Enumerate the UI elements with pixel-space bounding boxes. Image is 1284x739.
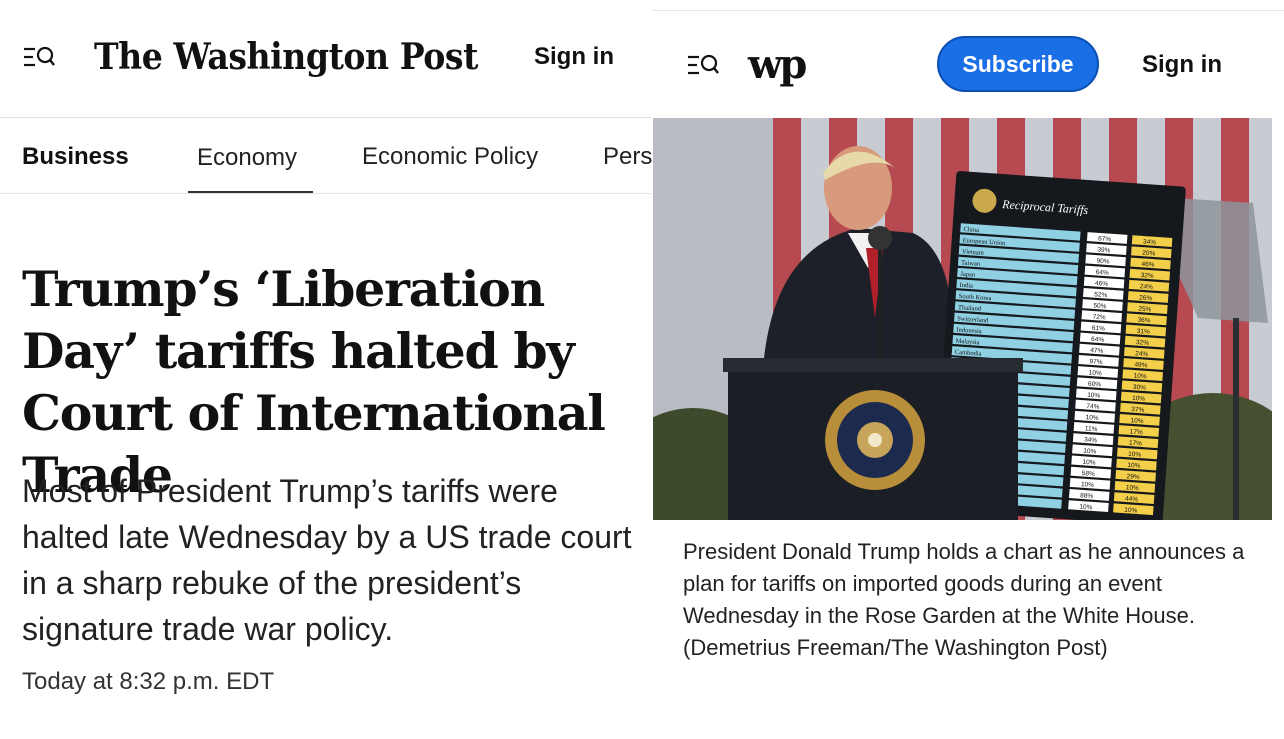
site-masthead-logo[interactable]: The Washington Post	[94, 36, 478, 78]
chart-row-reciprocal-value: 31%	[1137, 328, 1151, 336]
chart-row-reciprocal-value: 30%	[1133, 384, 1147, 392]
sign-in-link[interactable]: Sign in	[1142, 51, 1222, 79]
chart-row-changed-value: 10%	[1089, 369, 1103, 377]
chart-row-changed-value: 61%	[1092, 325, 1106, 333]
section-nav: Business Economy Economic Policy Pers	[0, 119, 652, 194]
chart-row-reciprocal-value: 49%	[1134, 361, 1148, 369]
chart-row-changed-value: 58%	[1081, 470, 1095, 478]
chart-row-reciprocal-value: 32%	[1140, 272, 1154, 280]
chart-row-changed-value: 64%	[1091, 336, 1105, 344]
chart-row-changed-value: 10%	[1081, 481, 1095, 489]
subscribe-button[interactable]: Subscribe	[937, 36, 1099, 92]
chart-row-changed-value: 60%	[1088, 381, 1102, 389]
chart-row-reciprocal-value: 34%	[1143, 238, 1157, 246]
chart-row-reciprocal-value: 29%	[1126, 473, 1140, 481]
sign-in-link[interactable]: Sign in	[534, 43, 614, 71]
chart-row-changed-value: 97%	[1089, 358, 1103, 366]
chart-row-reciprocal-value: 10%	[1127, 462, 1141, 470]
chart-row-reciprocal-value: 37%	[1131, 406, 1145, 414]
chart-row-reciprocal-value: 44%	[1125, 495, 1139, 503]
chart-row-reciprocal-value: 10%	[1132, 395, 1146, 403]
chart-row-country-label: Taiwan	[961, 259, 981, 267]
chart-row-changed-value: 52%	[1094, 291, 1108, 299]
active-section-underline	[188, 191, 313, 193]
chart-row-changed-value: 67%	[1098, 235, 1112, 243]
chart-row-changed-value: 11%	[1085, 425, 1098, 433]
menu-search-icon[interactable]	[22, 44, 56, 70]
chart-row-changed-value: 74%	[1086, 403, 1100, 411]
section-economy[interactable]: Economy	[197, 144, 297, 172]
chart-row-reciprocal-value: 32%	[1136, 339, 1150, 347]
article-photo[interactable]: Reciprocal Tariffs China 67% 34% European U…	[653, 118, 1272, 520]
chart-row-changed-value: 10%	[1087, 392, 1101, 400]
article-dek: Most of President Trump’s tariffs were h…	[22, 473, 632, 647]
article-panel-right: wp Subscribe Sign in Reciprocal Tariffs …	[652, 0, 1284, 739]
chart-row-changed-value: 34%	[1084, 436, 1098, 444]
chart-row-reciprocal-value: 25%	[1138, 306, 1152, 314]
section-pers[interactable]: Pers	[603, 143, 652, 171]
chart-row-reciprocal-value: 17%	[1129, 428, 1143, 436]
chart-row-reciprocal-value: 20%	[1142, 250, 1156, 258]
chart-row-country-label: India	[959, 282, 973, 290]
chart-row-changed-value: 10%	[1079, 503, 1093, 511]
chart-row-reciprocal-value: 46%	[1141, 261, 1155, 269]
chart-row-changed-value: 72%	[1092, 314, 1106, 322]
section-economic-policy[interactable]: Economic Policy	[362, 143, 538, 171]
chart-row-changed-value: 10%	[1083, 448, 1097, 456]
chart-row-changed-value: 50%	[1093, 302, 1107, 310]
chart-row-reciprocal-value: 26%	[1139, 294, 1153, 302]
chart-row-reciprocal-value: 24%	[1140, 283, 1154, 291]
chart-row-reciprocal-value: 10%	[1126, 484, 1140, 492]
chart-row-country-label: China	[963, 226, 979, 234]
wp-logo[interactable]: wp	[748, 41, 807, 88]
chart-row-reciprocal-value: 36%	[1137, 317, 1151, 325]
section-business[interactable]: Business	[22, 143, 129, 171]
chart-row-changed-value: 90%	[1096, 258, 1110, 266]
chart-row-reciprocal-value: 10%	[1133, 373, 1147, 381]
chart-row-reciprocal-value: 10%	[1124, 507, 1138, 515]
site-header: The Washington Post Sign in	[0, 0, 652, 118]
chart-row-country-label: Japan	[960, 271, 976, 279]
menu-search-icon[interactable]	[686, 52, 720, 78]
chart-row-changed-value: 46%	[1095, 280, 1109, 288]
chart-row-changed-value: 39%	[1097, 247, 1111, 255]
chart-row-changed-value: 47%	[1090, 347, 1104, 355]
chart-row-reciprocal-value: 10%	[1128, 451, 1142, 459]
site-header-compact: wp Subscribe Sign in	[652, 10, 1284, 118]
chart-row-changed-value: 10%	[1085, 414, 1099, 422]
chart-row-reciprocal-value: 24%	[1135, 350, 1149, 358]
chart-row-changed-value: 64%	[1096, 269, 1110, 277]
article-timestamp: Today at 8:32 p.m. EDT	[22, 668, 275, 695]
photo-caption: President Donald Trump holds a chart as …	[683, 539, 1245, 660]
chart-row-reciprocal-value: 17%	[1129, 440, 1143, 448]
chart-row-reciprocal-value: 10%	[1130, 417, 1144, 425]
chart-row-changed-value: 10%	[1082, 459, 1096, 467]
article-panel-left: The Washington Post Sign in Business Eco…	[0, 0, 652, 739]
chart-row-changed-value: 88%	[1080, 492, 1094, 500]
